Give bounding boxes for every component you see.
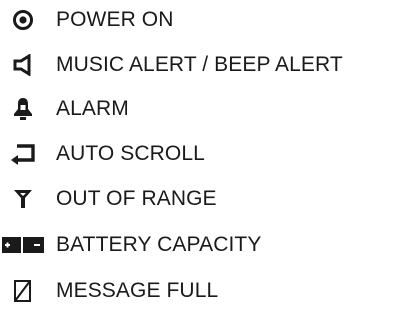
icon-legend: POWER ON MUSIC ALERT / BEEP ALERT ALARM … (0, 0, 419, 316)
legend-item-auto-scroll: AUTO SCROLL (0, 134, 419, 174)
bell-icon (0, 89, 46, 129)
legend-item-out-of-range: OUT OF RANGE (0, 179, 419, 219)
return-arrow-icon (0, 134, 46, 174)
antenna-icon (0, 179, 46, 219)
battery-icon (0, 225, 46, 265)
legend-item-music-alert: MUSIC ALERT / BEEP ALERT (0, 45, 419, 85)
message-full-icon (0, 271, 46, 311)
speaker-icon (0, 45, 46, 85)
legend-item-battery-capacity: BATTERY CAPACITY (0, 225, 419, 265)
legend-label: OUT OF RANGE (56, 187, 217, 210)
legend-label: MUSIC ALERT / BEEP ALERT (56, 53, 343, 76)
legend-label: POWER ON (56, 8, 174, 31)
legend-label: MESSAGE FULL (56, 279, 219, 302)
legend-item-power-on: POWER ON (0, 0, 419, 40)
legend-label: BATTERY CAPACITY (56, 233, 262, 256)
legend-item-alarm: ALARM (0, 89, 419, 129)
legend-item-message-full: MESSAGE FULL (0, 271, 419, 311)
power-on-icon (0, 0, 46, 40)
legend-label: ALARM (56, 97, 129, 120)
legend-label: AUTO SCROLL (56, 142, 205, 165)
